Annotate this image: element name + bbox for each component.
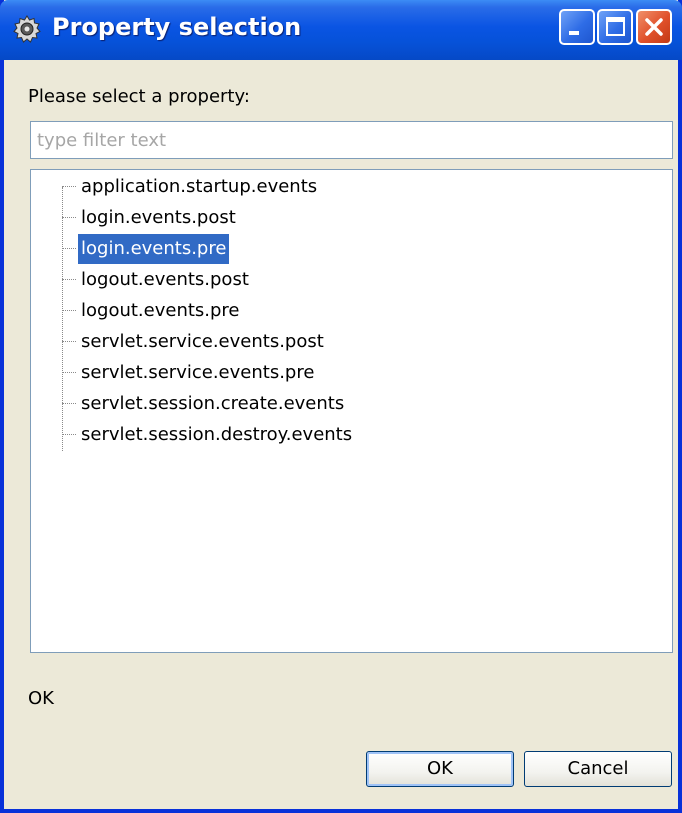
filter-input[interactable] [30, 121, 673, 159]
close-button[interactable] [636, 9, 672, 45]
tree-item-label: logout.events.post [81, 269, 249, 290]
prompt-label: Please select a property: [28, 86, 250, 107]
maximize-icon [606, 17, 625, 36]
tree-item-label: logout.events.pre [81, 300, 240, 321]
tree-connector [62, 248, 76, 249]
tree-item-label: servlet.session.destroy.events [81, 424, 353, 445]
tree-connector [62, 310, 76, 311]
status-message: OK [28, 688, 54, 709]
minimize-icon [569, 31, 579, 35]
property-selection-dialog: Property selection Please select a prope… [0, 0, 682, 813]
tree-connector [62, 434, 76, 435]
tree-connector [62, 341, 76, 342]
tree-item-label: servlet.session.create.events [81, 393, 345, 414]
title-bar[interactable]: Property selection [0, 0, 682, 60]
tree-connector [62, 403, 76, 404]
tree-item-label: servlet.service.events.pre [81, 362, 315, 383]
cancel-button[interactable]: Cancel [524, 751, 672, 787]
property-tree[interactable]: application.startup.events login.events.p… [30, 169, 673, 653]
tree-connector [62, 186, 76, 187]
ok-button[interactable]: OK [366, 751, 514, 787]
tree-guide-line [62, 187, 63, 451]
tree-item-label: login.events.pre [78, 234, 230, 264]
gear-icon [12, 14, 42, 44]
minimize-button[interactable] [559, 9, 595, 45]
tree-item-label: application.startup.events [81, 176, 318, 197]
tree-item-label: login.events.post [81, 207, 236, 228]
window-title: Property selection [52, 13, 302, 41]
tree-connector [62, 279, 76, 280]
tree-connector [62, 217, 76, 218]
tree-connector [62, 372, 76, 373]
tree-item-label: servlet.service.events.post [81, 331, 324, 352]
close-icon [645, 18, 663, 36]
maximize-button[interactable] [597, 9, 633, 45]
